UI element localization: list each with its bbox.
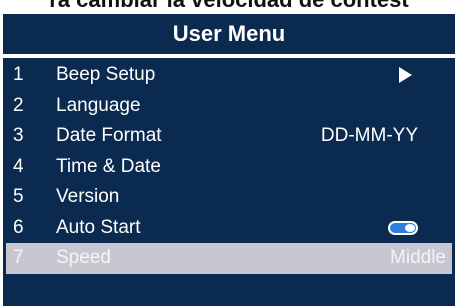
user-menu-panel: User Menu 1 Beep Setup 2 Language 3 Date… bbox=[0, 14, 458, 306]
menu-item-auto-start[interactable]: 6 Auto Start bbox=[6, 213, 452, 244]
menu-item-number: 3 bbox=[13, 125, 24, 147]
caption-text: ra cambiar la velocidad de contest bbox=[0, 0, 458, 13]
menu-item-label: Beep Setup bbox=[56, 64, 156, 86]
menu-item-version[interactable]: 5 Version bbox=[6, 182, 452, 213]
menu-item-speed[interactable]: 7 Speed Middle bbox=[6, 243, 452, 274]
menu-item-number: 4 bbox=[13, 155, 24, 177]
menu-item-number: 5 bbox=[13, 186, 24, 208]
menu-item-label: Date Format bbox=[56, 125, 162, 147]
menu-item-language[interactable]: 2 Language bbox=[6, 91, 452, 122]
menu-list: 1 Beep Setup 2 Language 3 Date Format DD… bbox=[6, 60, 452, 274]
menu-item-label: Version bbox=[56, 186, 120, 208]
menu-item-number: 1 bbox=[13, 64, 24, 86]
toggle-on-icon[interactable] bbox=[388, 220, 418, 235]
cropped-caption: ra cambiar la velocidad de contest bbox=[0, 0, 458, 14]
menu-title: User Menu bbox=[172, 21, 286, 46]
menu-item-beep-setup[interactable]: 1 Beep Setup bbox=[6, 60, 452, 91]
toggle-knob bbox=[405, 223, 415, 232]
menu-item-value: Middle bbox=[390, 247, 446, 269]
menu-item-time-date[interactable]: 4 Time & Date bbox=[6, 152, 452, 183]
menu-item-number: 7 bbox=[13, 247, 24, 269]
menu-item-number: 2 bbox=[13, 94, 24, 116]
menu-item-number: 6 bbox=[13, 216, 24, 238]
menu-item-date-format[interactable]: 3 Date Format DD-MM-YY bbox=[6, 121, 452, 152]
title-divider bbox=[3, 54, 455, 58]
menu-item-label: Auto Start bbox=[56, 216, 141, 238]
menu-item-label: Time & Date bbox=[56, 155, 161, 177]
menu-item-value: DD-MM-YY bbox=[320, 125, 418, 147]
play-arrow-icon bbox=[399, 67, 412, 84]
menu-item-label: Speed bbox=[56, 247, 111, 269]
menu-item-label: Language bbox=[56, 94, 141, 116]
